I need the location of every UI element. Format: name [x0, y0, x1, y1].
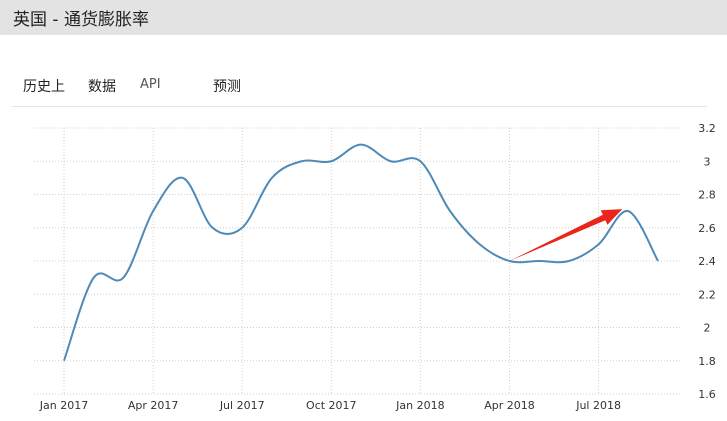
tabs-divider	[12, 106, 707, 107]
x-tick-label: Oct 2017	[306, 399, 357, 412]
x-tick-label: Apr 2018	[484, 399, 535, 412]
y-tick-label: 3.2	[698, 122, 716, 135]
y-tick-label: 1.6	[698, 388, 716, 401]
y-tick-label: 2.4	[698, 255, 716, 268]
x-tick-label: Apr 2017	[128, 399, 179, 412]
tab-api[interactable]: API	[140, 77, 161, 92]
inflation-chart: 3.2 3 2.8 2.6 2.4 2.2 2 1.8 1.6 Jan 2017 Apr 2017 J…	[34, 122, 716, 412]
x-tick-label: Jan 2018	[395, 399, 444, 412]
tab-bar: 历史上 数据 API 预测	[0, 72, 727, 102]
header-bar: 英国 - 通货膨胀率	[0, 0, 727, 35]
y-tick-label: 1.8	[698, 355, 716, 368]
tab-forecast[interactable]: 预测	[213, 76, 241, 96]
y-tick-label: 2.6	[698, 222, 716, 235]
page-title: 英国 - 通货膨胀率	[13, 10, 149, 30]
x-tick-label: Jan 2017	[39, 399, 88, 412]
y-tick-label: 2.2	[698, 288, 716, 301]
y-tick-label: 3	[704, 155, 711, 168]
x-tick-label: Jul 2018	[575, 399, 621, 412]
y-tick-label: 2	[704, 322, 711, 335]
x-tick-label: Jul 2017	[219, 399, 265, 412]
y-tick-label: 2.8	[698, 189, 716, 202]
inflation-series-line	[63, 143, 659, 362]
tab-data[interactable]: 数据	[88, 76, 116, 96]
tab-historical[interactable]: 历史上	[23, 76, 65, 96]
